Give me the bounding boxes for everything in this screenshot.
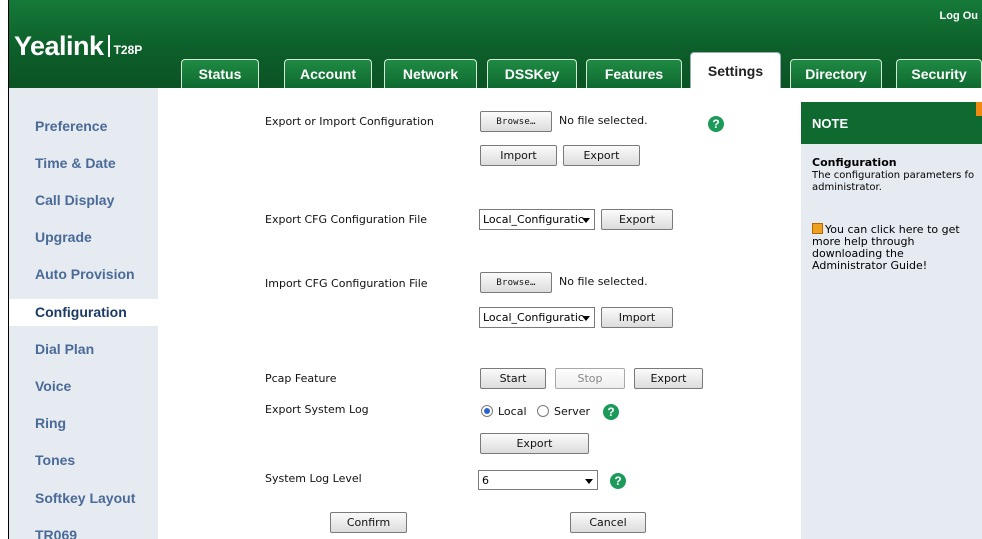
note-guide-line: Administrator Guide! [812,259,928,272]
help-icon[interactable]: ? [603,404,619,420]
sidebar-item-time-date[interactable]: Time & Date [35,155,116,171]
browse-button[interactable]: Browse… [480,111,552,132]
export-cfg-select[interactable]: Local_Configuratic [479,209,595,230]
sidebar-item-upgrade[interactable]: Upgrade [35,229,92,245]
cfg-file-status: No file selected. [559,275,648,288]
import-cfg-select[interactable]: Local_Configuratic [479,307,595,328]
log-level-select-value: 6 [482,473,489,487]
note-subtitle: Configuration [812,156,897,169]
import-cfg-label: Import CFG Configuration File [265,277,428,290]
export-import-label: Export or Import Configuration [265,115,434,128]
pcap-export-button[interactable]: Export [634,368,703,389]
logo-model: T28P [113,43,143,57]
radio-local[interactable] [481,405,493,417]
logout-link[interactable]: Log Ou [940,10,979,22]
sidebar-item-voice[interactable]: Voice [35,378,71,394]
help-icon[interactable]: ? [610,473,626,489]
tab-features[interactable]: Features [586,59,682,88]
note-text-line: administrator. [812,182,882,193]
logo-divider [107,35,110,57]
export-system-log-label: Export System Log [265,403,369,416]
tab-status[interactable]: Status [181,59,259,88]
sidebar-item-softkey-layout[interactable]: Softkey Layout [35,490,135,506]
admin-guide-link[interactable]: You can click here to get more help thro… [812,223,982,272]
note-title: NOTE [812,116,849,131]
file-status: No file selected. [559,114,648,127]
cancel-button[interactable]: Cancel [570,512,646,533]
pcap-stop-button[interactable]: Stop [555,368,625,389]
tab-dsskey[interactable]: DSSKey [487,59,577,88]
tab-account[interactable]: Account [284,59,372,88]
sidebar-item-ring[interactable]: Ring [35,415,66,431]
import-cfg-button[interactable]: Import [601,307,673,328]
pcap-label: Pcap Feature [265,372,337,385]
note-text-line: The configuration parameters fo [812,170,975,181]
export-cfg-button[interactable]: Export [601,209,673,230]
left-border [8,0,9,539]
import-button[interactable]: Import [480,145,557,166]
browse-cfg-button[interactable]: Browse… [480,272,552,293]
pcap-start-button[interactable]: Start [480,368,546,389]
help-icon[interactable]: ? [708,116,724,132]
tab-network[interactable]: Network [384,59,477,88]
sidebar-item-auto-provision[interactable]: Auto Provision [35,266,135,282]
chevron-down-icon [582,218,590,223]
sidebar-item-preference[interactable]: Preference [35,118,107,134]
note-text: The configuration parameters fo administ… [812,170,982,194]
radio-server-label: Server [554,405,591,418]
export-button[interactable]: Export [563,145,640,166]
sidebar-item-tr069[interactable]: TR069 [35,527,77,539]
sidebar-item-configuration[interactable]: Configuration [35,304,127,320]
tab-directory[interactable]: Directory [790,59,882,88]
export-cfg-select-value: Local_Configuratic [483,213,584,226]
log-level-select[interactable]: 6 [478,470,598,490]
radio-local-label: Local [498,405,527,418]
guide-book-icon [812,223,823,234]
sidebar-item-tones[interactable]: Tones [35,452,75,468]
tab-security[interactable]: Security [896,59,982,88]
export-cfg-label: Export CFG Configuration File [265,213,428,226]
sidebar-item-call-display[interactable]: Call Display [35,192,114,208]
tab-settings[interactable]: Settings [690,52,781,88]
system-log-export-button[interactable]: Export [480,433,589,454]
chevron-down-icon [585,479,593,484]
confirm-button[interactable]: Confirm [330,512,407,533]
logo-brand: Yealink [14,31,104,61]
log-level-label: System Log Level [265,472,362,485]
note-tag-marker [976,102,982,116]
import-cfg-select-value: Local_Configuratic [483,311,584,324]
yealink-logo: Yealink T28P [14,31,142,62]
radio-server[interactable] [537,405,549,417]
sidebar-item-dial-plan[interactable]: Dial Plan [35,341,94,357]
chevron-down-icon [582,316,590,321]
